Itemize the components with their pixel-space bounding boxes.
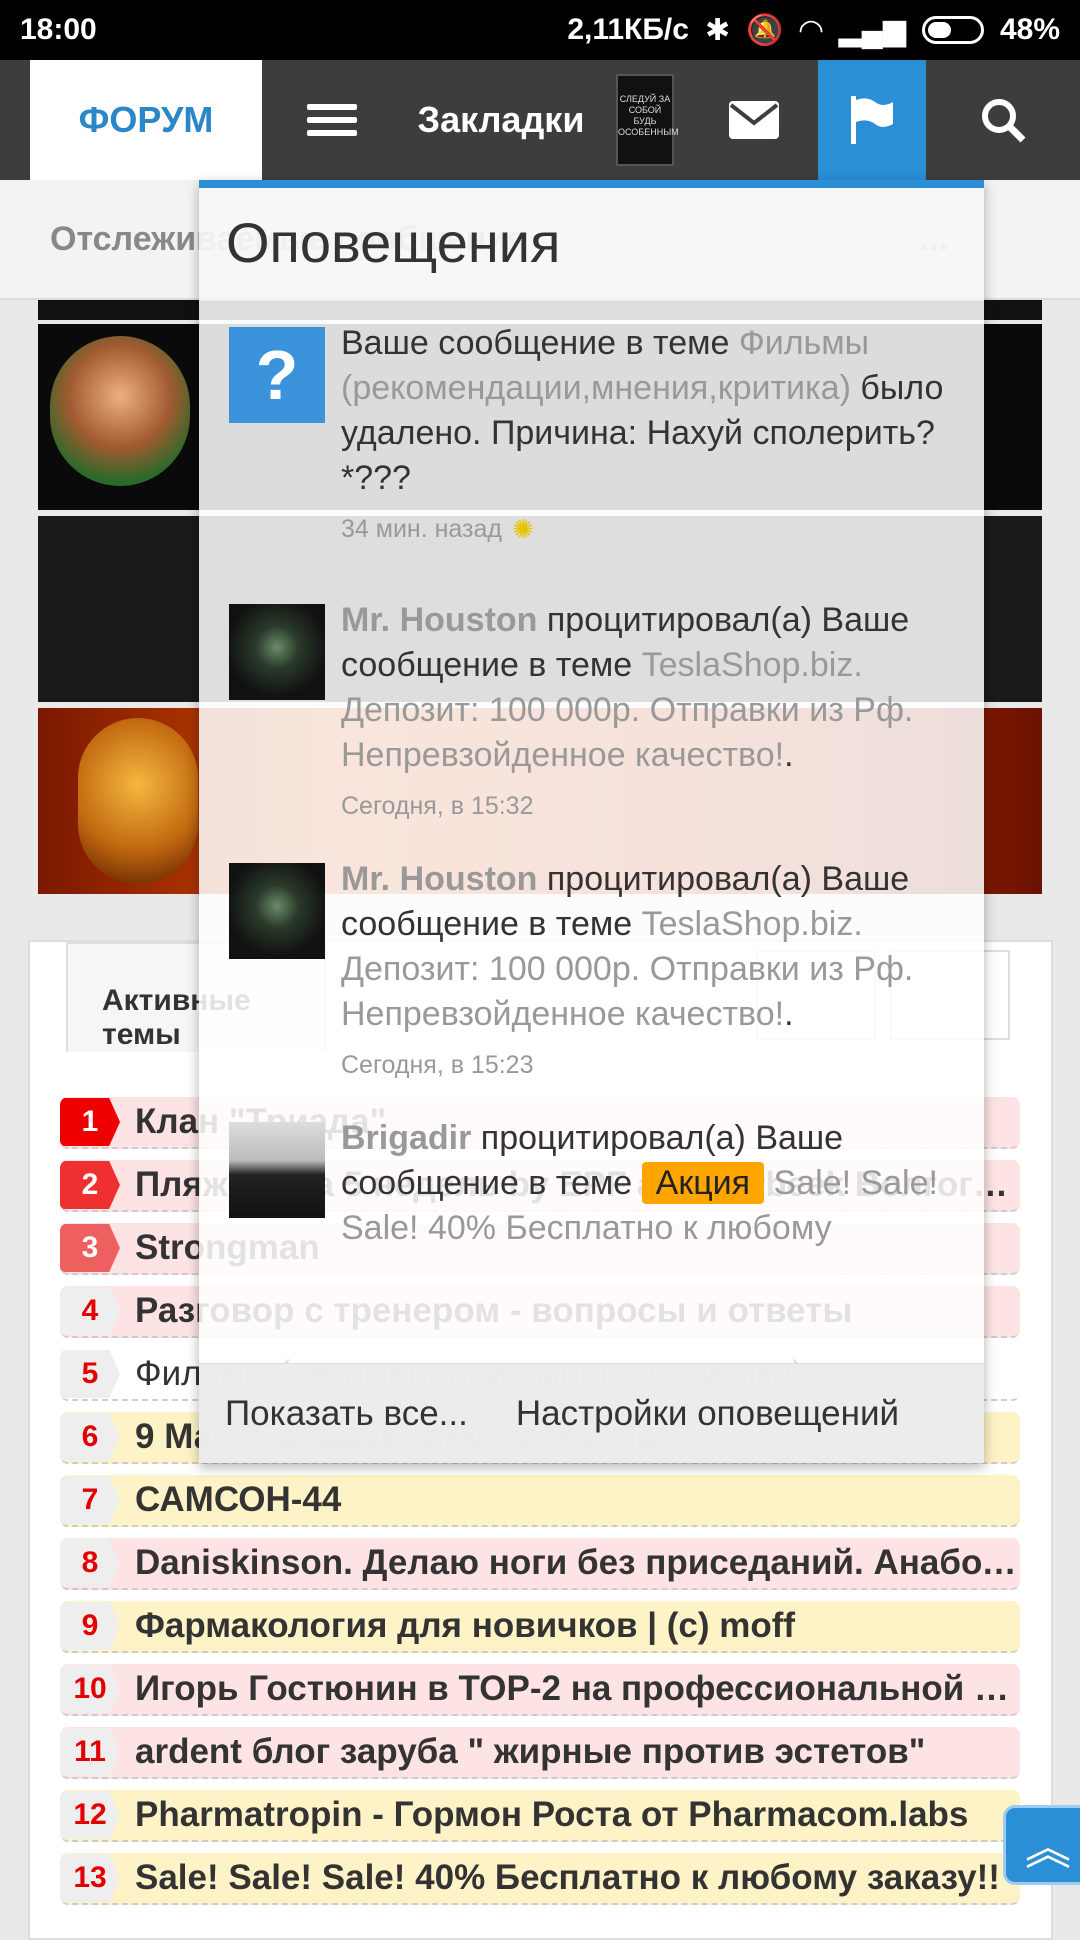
question-avatar-icon: ? [229,327,325,423]
notifications-popup: Оповещения ? Ваше сообщение в теме Фильм… [199,180,984,1463]
show-all-link[interactable]: Показать все... [225,1394,468,1434]
notification-time: Сегодня, в 15:32 [341,792,534,820]
topic-rank-badge: 13 [60,1854,120,1902]
topic-rank-badge: 8 [60,1539,120,1587]
avatar: СЛЕДУЙ ЗА СОБОЙ БУДЬ ОСОБЕННЫМ [616,74,679,166]
topic-title-link[interactable]: САМСОН-44 [135,1480,1020,1520]
battery-icon [921,16,984,44]
notification-item[interactable]: Mr. Houston процитировал(а) Ваше сообщен… [199,829,984,1088]
menu-button[interactable] [262,60,402,180]
topic-rank-badge: 1 [60,1098,120,1146]
topic-title-link[interactable]: Игорь Гостюнин в TOP-2 на профессиональн… [135,1669,1020,1709]
notification-text: Ваше сообщение в теме [341,324,739,362]
promo-tag: Акция [641,1162,765,1204]
sun-icon: ✺ [512,514,534,544]
topic-row[interactable]: 11 ardent блог заруба " жирные против эст… [60,1727,1020,1779]
scroll-to-top-button[interactable]: ︽ [1003,1805,1080,1885]
status-time: 18:00 [20,13,97,46]
topic-rank-badge: 11 [60,1728,120,1776]
status-bar: 18:00 2,11КБ/с ✱ 🔕 ◠ ▂▄▆ 48% [0,0,1080,60]
search-button[interactable] [926,60,1080,180]
topic-rank-badge: 5 [60,1350,120,1398]
popup-footer: Показать все... Настройки оповещений [199,1363,984,1463]
inbox-button[interactable] [690,60,818,180]
tab-forum[interactable]: ФОРУМ [30,60,262,180]
topic-rank-badge: 12 [60,1791,120,1839]
topic-row[interactable]: 8 Daniskinson. Делаю ноги без приседаний.… [60,1538,1020,1590]
topic-title-link[interactable]: Daniskinson. Делаю ноги без приседаний. … [135,1543,1020,1583]
popup-title: Оповещения [199,188,984,301]
network-speed: 2,11КБ/с [567,13,689,46]
user-avatar-button[interactable]: СЛЕДУЙ ЗА СОБОЙ БУДЬ ОСОБЕННЫМ [600,60,690,180]
alerts-button[interactable] [818,60,926,180]
topic-title-link[interactable]: Фармакология для новичков | (c) moff [135,1606,1020,1646]
topic-row[interactable]: 13 Sale! Sale! Sale! 40% Бесплатно к любо… [60,1853,1020,1905]
notification-user-link[interactable]: Mr. Houston [341,860,537,898]
user-avatar [229,1122,325,1218]
topic-rank-badge: 6 [60,1413,120,1461]
flag-icon [851,96,893,144]
notification-text: . [784,995,794,1033]
notification-item[interactable]: Mr. Houston процитировал(а) Ваше сообщен… [199,552,984,829]
double-chevron-up-icon: ︽ [1025,1822,1071,1874]
user-avatar [229,604,325,700]
topic-title-link[interactable]: Sale! Sale! Sale! 40% Бесплатно к любому… [135,1858,1020,1898]
notification-item[interactable]: Brigadir процитировал(а) Ваше сообщение … [199,1088,984,1258]
bluetooth-icon: ✱ [704,13,731,47]
topic-title-link[interactable]: ardent блог заруба " жирные против эстет… [135,1732,1020,1772]
notification-text: . [784,736,794,774]
notification-user-link[interactable]: Mr. Houston [341,601,537,639]
mute-bell-icon: 🔕 [746,13,784,47]
topic-row[interactable]: 9 Фармакология для новичков | (c) moff [60,1601,1020,1653]
envelope-icon [729,101,779,139]
notification-item[interactable]: ? Ваше сообщение в теме Фильмы (рекоменд… [199,301,984,552]
notification-user-link[interactable]: Brigadir [341,1119,471,1157]
topic-rank-badge: 10 [60,1665,120,1713]
topic-rank-badge: 7 [60,1476,120,1524]
user-avatar [229,863,325,959]
topic-rank-badge: 4 [60,1287,120,1335]
topic-row[interactable]: 10 Игорь Гостюнин в TOP-2 на профессионал… [60,1664,1020,1716]
top-navigation: ФОРУМ Закладки СЛЕДУЙ ЗА СОБОЙ БУДЬ ОСОБ… [0,60,1080,180]
topic-title-link[interactable]: Pharmatropin - Гормон Роста от Pharmacom… [135,1795,1020,1835]
wifi-icon: ◠ [799,13,823,47]
hamburger-icon [307,97,357,143]
topic-row[interactable]: 7 САМСОН-44 [60,1475,1020,1527]
search-icon [982,99,1026,143]
notification-time: 34 мин. назад [341,515,502,543]
battery-percent: 48% [999,13,1060,46]
topic-rank-badge: 2 [60,1161,120,1209]
topic-rank-badge: 3 [60,1224,120,1272]
notification-time: Сегодня, в 15:23 [341,1051,534,1079]
banner-logo [78,718,198,884]
topic-rank-badge: 9 [60,1602,120,1650]
notification-text: . [461,1254,470,1258]
banner-logo [50,336,190,486]
bookmarks-button[interactable]: Закладки [402,60,600,180]
topic-row[interactable]: 12 Pharmatropin - Гормон Роста от Pharmac… [60,1790,1020,1842]
signal-icon: ▂▄▆ [838,13,906,47]
alert-settings-link[interactable]: Настройки оповещений [516,1394,899,1434]
